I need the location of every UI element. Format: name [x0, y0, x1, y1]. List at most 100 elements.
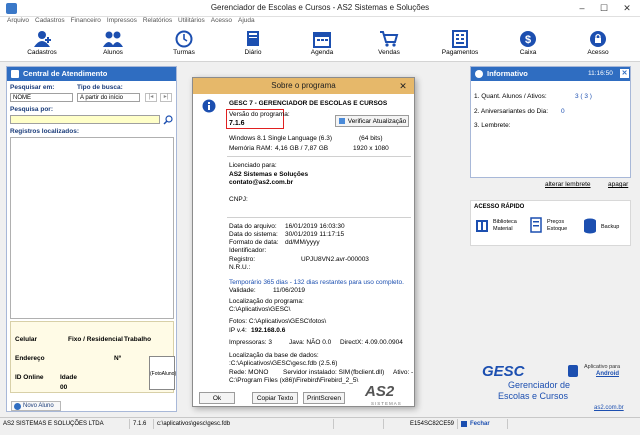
versao-label: Versão do programa:: [229, 111, 290, 118]
menu-cadastros[interactable]: Cadastros: [35, 17, 65, 24]
toolbar-agenda-button[interactable]: Agenda: [294, 30, 350, 56]
menu-impressos[interactable]: Impressos: [107, 17, 137, 24]
separator: [227, 156, 411, 157]
info-icon: [202, 99, 216, 113]
biblioteca-button[interactable]: Biblioteca Material: [475, 217, 525, 239]
dollar-icon: $: [520, 31, 536, 47]
registro-label: Registro:: [229, 256, 256, 263]
lock-icon: [590, 31, 606, 47]
ativo-text: Ativo: -: [393, 369, 414, 376]
registro-value: UPJU8VN2.avr-000003: [301, 256, 369, 263]
power-icon: [461, 421, 467, 427]
registros-list[interactable]: [10, 137, 174, 319]
minimize-button[interactable]: –: [572, 1, 592, 15]
precos-estoque-button[interactable]: Preços Estoque: [529, 217, 579, 239]
tipo-busca-select[interactable]: A partir do início: [77, 93, 140, 102]
verificar-atualizacao-button[interactable]: Verificar Atualização: [335, 115, 409, 127]
product-name: GESC 7 - GERENCIADOR DE ESCOLAS E CURSOS: [229, 100, 388, 107]
toolbar-turmas-button[interactable]: Turmas: [156, 30, 212, 56]
impressoras-text: Impressoras: 3: [229, 339, 272, 346]
cnpj-label: CNPJ:: [229, 196, 248, 203]
trabalho-label: Trabalho: [124, 336, 152, 343]
calendar-icon: [313, 32, 331, 48]
android-link[interactable]: Android: [596, 371, 619, 377]
as2-logo-sub: SISTEMAS: [371, 401, 402, 406]
menu-acesso[interactable]: Acesso: [211, 17, 232, 24]
pesquisa-por-input[interactable]: [10, 115, 160, 124]
directx-text: DirectX: 4.09.00.0904: [340, 339, 403, 346]
alterar-lembrete-link[interactable]: alterar lembrete: [545, 181, 591, 188]
first-record-button[interactable]: |◂: [145, 93, 157, 102]
about-dialog: Sobre o programa ✕ GESC 7 - GERENCIADOR …: [192, 77, 415, 407]
status-company: AS2 SISTEMAS E SOLUÇÕES LTDA: [0, 419, 130, 429]
toolbar-label: Alunos: [103, 49, 123, 56]
prices-icon: [530, 217, 542, 233]
toolbar-label: Diário: [244, 49, 262, 56]
copiar-texto-button[interactable]: Copiar Texto: [252, 392, 298, 404]
ledger-icon: [452, 30, 468, 48]
status-bar: AS2 SISTEMAS E SOLUÇÕES LTDA 7.1.6 c:\ap…: [0, 417, 640, 429]
pesquisar-em-select[interactable]: NOME: [10, 93, 73, 102]
menu-relatorios[interactable]: Relatórios: [143, 17, 172, 24]
verificar-label: Verificar Atualização: [347, 118, 407, 125]
title-bar: Gerenciador de Escolas e Cursos - AS2 Si…: [0, 0, 640, 17]
menu-bar: Arquivo Cadastros Financeiro Impressos R…: [0, 17, 640, 28]
toolbar-cadastros-button[interactable]: Cadastros: [14, 30, 70, 56]
pesquisa-por-label: Pesquisa por:: [10, 106, 53, 113]
endereco-label: Endereço: [15, 355, 45, 362]
toolbar-alunos-button[interactable]: Alunos: [85, 30, 141, 56]
informativo-header: Informativo 11:16:50 ✕: [471, 67, 630, 81]
central-title: Central de Atendimento: [23, 69, 108, 78]
data-arquivo-label: Data do arquivo:: [229, 223, 277, 230]
data-sistema-value: 30/01/2019 11:17:15: [285, 231, 345, 238]
memoria-label: Memória RAM:: [229, 145, 273, 152]
search-icon[interactable]: [163, 115, 173, 125]
informativo-close-button[interactable]: ✕: [620, 69, 629, 78]
novo-aluno-button[interactable]: Novo Aluno: [11, 401, 61, 411]
menu-utilitarios[interactable]: Utilitários: [178, 17, 205, 24]
site-link[interactable]: as2.com.br: [594, 405, 624, 411]
celular-label: Celular: [15, 336, 38, 343]
rede-text: Rede: MONO: [229, 369, 269, 376]
servidor-text: Servidor instalado: SIM: [283, 369, 351, 376]
toolbar-diario-button[interactable]: Diário: [225, 30, 281, 56]
toolbar-label: Acesso: [587, 49, 609, 56]
phone-icon: [568, 365, 578, 377]
toolbar-caixa-button[interactable]: $ Caixa: [500, 30, 556, 56]
about-close-button[interactable]: ✕: [392, 78, 414, 94]
menu-financeiro[interactable]: Financeiro: [71, 17, 101, 24]
informativo-panel: Informativo 11:16:50 ✕ 1. Quant. Alunos …: [470, 66, 631, 188]
toolbar-vendas-button[interactable]: Vendas: [361, 30, 417, 56]
toolbar-label: Cadastros: [27, 49, 57, 56]
library-icon: [476, 220, 488, 232]
brand-line2: Escolas e Cursos: [498, 391, 569, 401]
database-icon: [584, 218, 596, 234]
backup-button[interactable]: Backup: [583, 217, 629, 239]
menu-arquivo[interactable]: Arquivo: [7, 17, 29, 24]
nru-label: N.R.U.:: [229, 264, 251, 271]
toolbar-acesso-button[interactable]: Acesso: [570, 30, 626, 56]
student-photo: (FotoAluno): [149, 356, 176, 390]
close-button[interactable]: ✕: [617, 1, 637, 15]
data-arquivo-value: 16/01/2019 16:03:30: [285, 223, 345, 230]
formato-label: Formato de data:: [229, 239, 279, 246]
person-icon: [11, 70, 19, 78]
maximize-button[interactable]: ☐: [594, 1, 614, 15]
os-text: Windows 8.1 Single Language (6.3): [229, 135, 332, 142]
aniversariantes-value: 0: [561, 108, 565, 115]
update-icon: [339, 118, 345, 124]
last-record-button[interactable]: ▸|: [160, 93, 172, 102]
backup-label: Backup: [601, 224, 620, 230]
toolbar-pagamentos-button[interactable]: Pagamentos: [432, 30, 488, 56]
fechar-label: Fechar: [470, 421, 490, 427]
lembrete-label: 3. Lembrete:: [474, 122, 511, 129]
toolbar-label: Vendas: [378, 49, 400, 56]
printscreen-button[interactable]: PrintScreen: [303, 392, 345, 404]
ok-button[interactable]: Ok: [199, 392, 235, 404]
menu-ajuda[interactable]: Ajuda: [238, 17, 255, 24]
status-version: 7.1.6: [130, 419, 154, 429]
apagar-link[interactable]: apagar: [608, 181, 628, 188]
status-fechar-button[interactable]: Fechar: [458, 419, 508, 429]
brand-line1: Gerenciador de: [508, 380, 571, 390]
idade-label: Idade: [60, 374, 77, 381]
